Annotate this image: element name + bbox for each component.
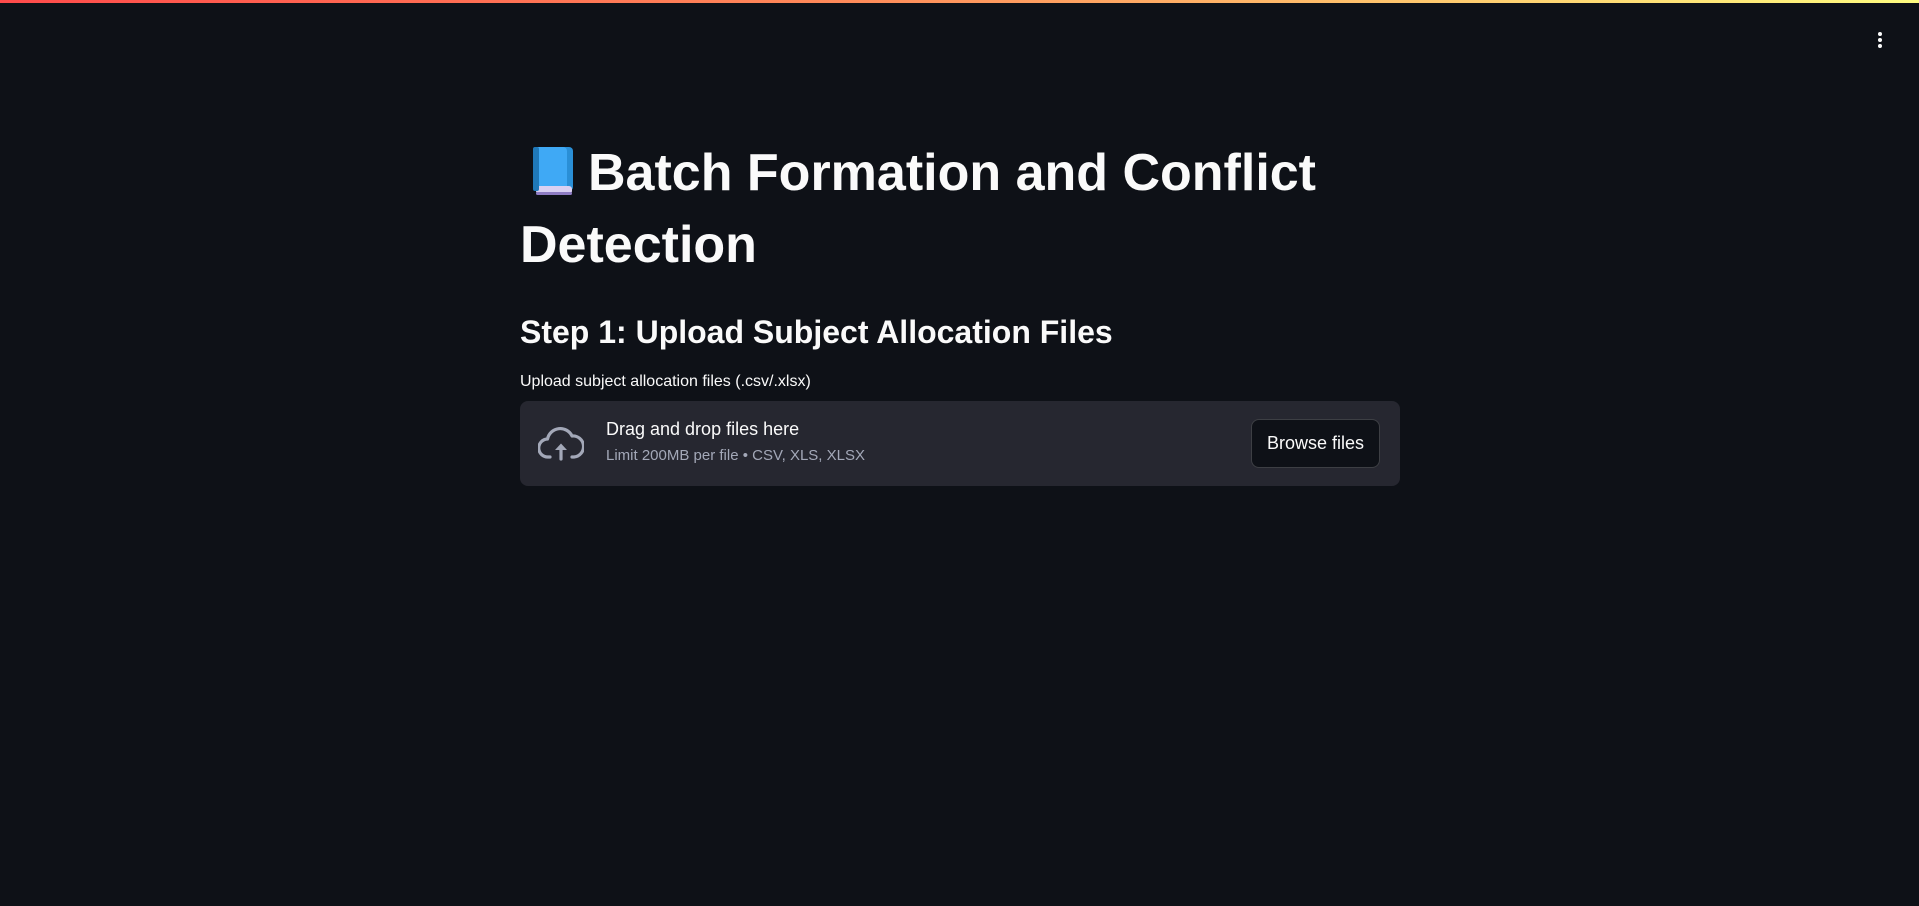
dropzone-limit: Limit 200MB per file • CSV, XLS, XLSX [606,447,865,464]
file-uploader-label: Upload subject allocation files (.csv/.x… [520,373,811,390]
step-heading: Step 1: Upload Subject Allocation Files [520,314,1113,350]
top-decoration-bar [0,0,1919,3]
cloud-upload-icon [538,426,584,461]
more-vertical-icon [1878,32,1882,48]
main-content: Batch Formation and Conflict Detection S… [520,140,1400,486]
page-title-text: Batch Formation and Conflict Detection [520,144,1316,274]
blue-book-icon [532,146,574,212]
main-menu-button[interactable] [1866,26,1894,54]
browse-files-button[interactable]: Browse files [1250,419,1380,468]
file-dropzone[interactable]: Drag and drop files here Limit 200MB per… [520,401,1400,486]
page-title: Batch Formation and Conflict Detection [520,140,1400,278]
dropzone-instructions: Drag and drop files here [606,419,800,439]
dropzone-text: Drag and drop files here Limit 200MB per… [606,417,865,465]
